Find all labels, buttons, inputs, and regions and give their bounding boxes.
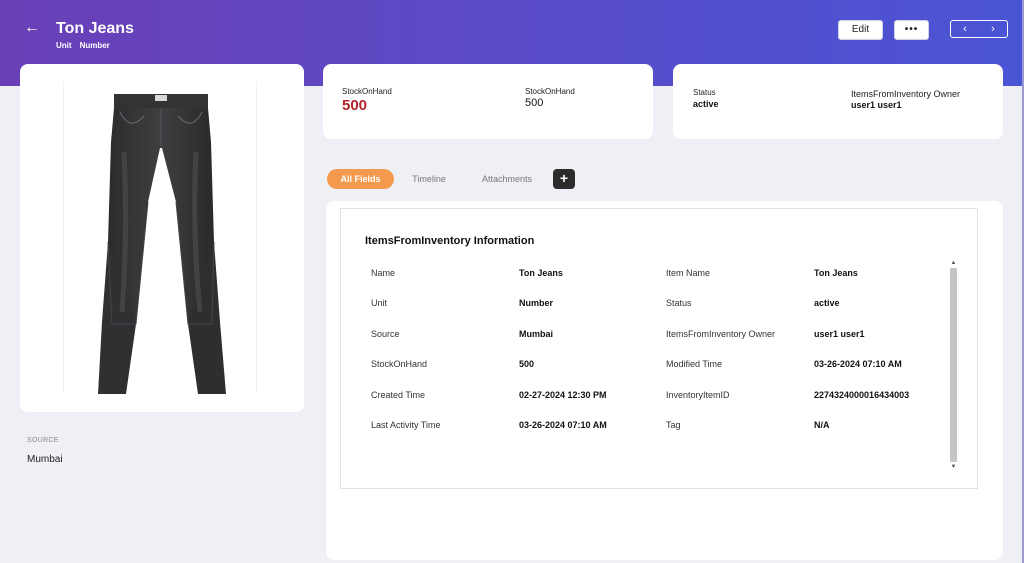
field-value: N/A <box>814 420 830 430</box>
source-value: Mumbai <box>27 454 63 465</box>
field-label: InventoryItemID <box>666 390 730 400</box>
product-image-card <box>20 64 304 412</box>
field-label: Unit <box>371 298 388 308</box>
field-value: Number <box>519 298 554 308</box>
field-label: Item Name <box>666 268 711 278</box>
subtitle-number: Number <box>79 41 110 50</box>
stock-summary-card: StockOnHand 500 StockOnHand 500 <box>323 64 653 139</box>
add-tab-button[interactable]: + <box>553 169 575 189</box>
previous-record-icon[interactable]: ‹ <box>951 21 979 37</box>
subtitle-unit: Unit <box>56 41 72 50</box>
field-label: ItemsFromInventory Owner <box>666 329 776 339</box>
jeans-image <box>98 94 226 394</box>
page-title: Ton Jeans <box>56 20 134 37</box>
more-options-button[interactable]: ••• <box>894 20 929 40</box>
tab-all-fields[interactable]: All Fields <box>327 169 394 189</box>
scroll-down-icon[interactable]: ▼ <box>949 463 958 471</box>
field-value: 02-27-2024 12:30 PM <box>519 390 607 400</box>
field-label: Name <box>371 268 396 278</box>
tab-timeline[interactable]: Timeline <box>407 169 451 189</box>
source-label: SOURCE <box>27 437 59 444</box>
field-value: Ton Jeans <box>519 268 563 278</box>
field-label: Modified Time <box>666 359 723 369</box>
vertical-scrollbar[interactable]: ▲ ▼ <box>949 259 958 471</box>
section-title: ItemsFromInventory Information <box>365 235 535 247</box>
status-value: active <box>693 99 719 109</box>
field-label: StockOnHand <box>371 359 428 369</box>
field-label: Last Activity Time <box>371 420 441 430</box>
field-label: Source <box>371 329 400 339</box>
field-value: 500 <box>519 359 535 369</box>
field-label: Status <box>666 298 692 308</box>
field-value: Mumbai <box>519 329 554 339</box>
field-label: Created Time <box>371 390 426 400</box>
status-label: Status <box>693 88 716 97</box>
scrollbar-thumb[interactable] <box>950 268 957 462</box>
status-summary-card: Status active ItemsFromInventory Owner u… <box>673 64 1003 139</box>
fields-panel: ItemsFromInventory Information Name Ton … <box>326 201 1003 560</box>
next-record-icon[interactable]: › <box>979 21 1007 37</box>
stock-value-secondary: 500 <box>525 97 544 109</box>
stock-label-primary: StockOnHand <box>342 87 392 96</box>
stock-value-primary: 500 <box>342 97 368 114</box>
scroll-up-icon[interactable]: ▲ <box>949 259 958 267</box>
field-label: Tag <box>666 420 681 430</box>
back-arrow-icon[interactable]: ← <box>22 18 42 38</box>
record-navigation: ‹ › <box>950 20 1008 38</box>
information-section: ItemsFromInventory Information Name Ton … <box>340 208 978 489</box>
edit-button[interactable]: Edit <box>838 20 883 40</box>
field-value: 03-26-2024 07:10 AM <box>814 359 902 369</box>
field-value: 2274324000016434003 <box>814 390 910 400</box>
stock-label-secondary: StockOnHand <box>525 87 575 96</box>
field-value: active <box>814 298 840 308</box>
owner-value: user1 user1 <box>851 100 902 110</box>
field-value: user1 user1 <box>814 329 865 339</box>
page-subtitle: Unit Number <box>56 41 118 50</box>
owner-label: ItemsFromInventory Owner <box>851 89 961 99</box>
product-image <box>63 82 257 394</box>
tab-attachments[interactable]: Attachments <box>475 169 539 189</box>
field-value: Ton Jeans <box>814 268 858 278</box>
field-value: 03-26-2024 07:10 AM <box>519 420 607 430</box>
